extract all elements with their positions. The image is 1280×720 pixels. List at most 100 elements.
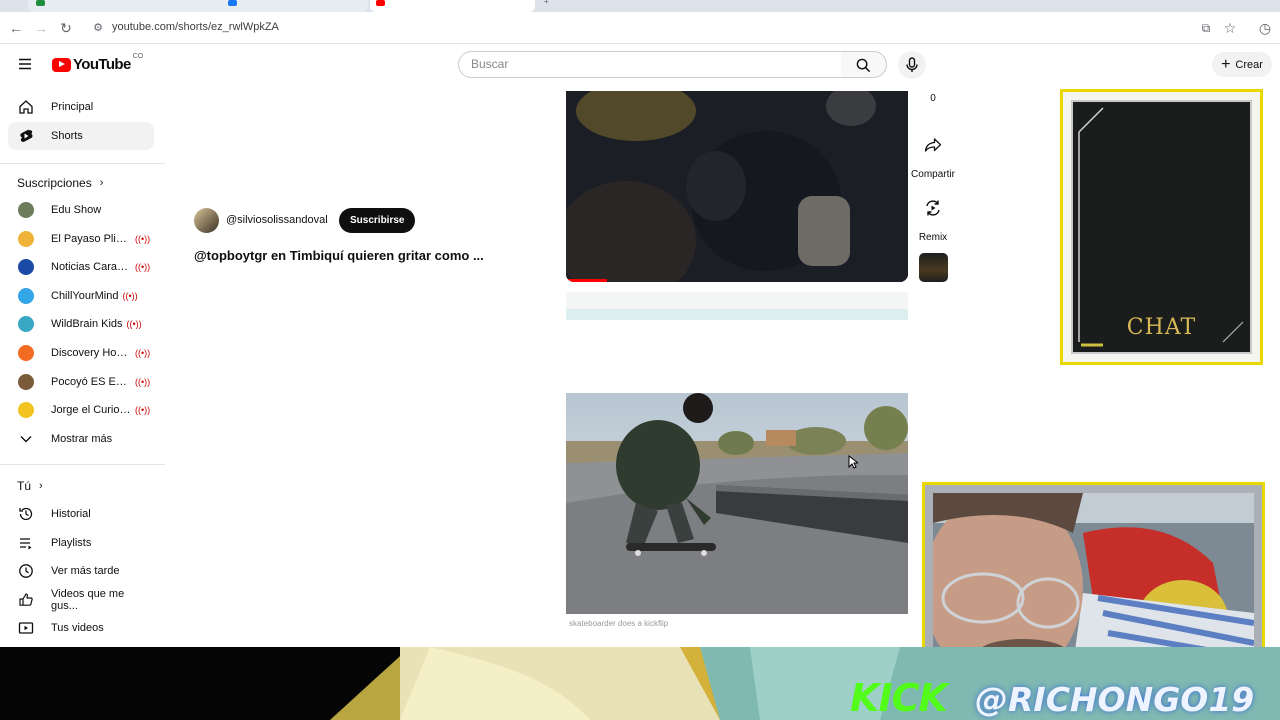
back-icon[interactable]: ← [8, 20, 24, 36]
loading-placeholder [566, 292, 908, 320]
subscription-label: Edu Show [51, 204, 102, 216]
share-button[interactable]: Compartir [911, 125, 955, 180]
channel-avatar-icon [18, 345, 34, 361]
plus-icon: + [1221, 55, 1231, 73]
subscription-label: Jorge el Curioso ... [51, 404, 131, 417]
history-clock-icon[interactable]: ◷ [1257, 20, 1273, 36]
sidebar-subscription-item[interactable]: Discovery Home ... ((•)) [8, 339, 154, 367]
channel-avatar-icon [18, 287, 34, 304]
browser-tab-active[interactable] [370, 0, 535, 12]
search-input[interactable]: Buscar [458, 51, 842, 78]
webcam-feed [933, 493, 1254, 664]
sound-thumbnail[interactable] [919, 253, 948, 282]
kick-logo-text: KICK [850, 676, 948, 720]
create-label: Crear [1235, 58, 1263, 71]
sidebar-item-label: Historial [51, 508, 91, 520]
channel-avatar-icon [18, 402, 34, 419]
chat-label: CHAT [1126, 315, 1197, 340]
subscription-label: Noticias Caracol [51, 261, 131, 274]
youtube-logo[interactable]: YouTube CO [52, 53, 143, 73]
reload-icon[interactable]: ↻ [58, 20, 74, 36]
your-videos-icon [18, 620, 34, 636]
sidebar-item-history[interactable]: Historial [8, 500, 154, 528]
create-button[interactable]: + Crear [1212, 52, 1272, 77]
forward-icon[interactable]: → [33, 20, 49, 36]
sidebar-subscription-item[interactable]: Noticias Caracol ((•)) [8, 253, 154, 281]
sidebar-item-your-videos[interactable]: Tus videos [8, 614, 154, 642]
sidebar-item-label: Tus videos [51, 622, 104, 635]
live-icon: ((•)) [135, 376, 151, 387]
sidebar-item-watch-later[interactable]: Ver más tarde [8, 557, 154, 585]
sidebar-item-label: Videos que me gus... [51, 587, 125, 612]
stream-chat-overlay: CHAT [1060, 89, 1263, 365]
subscriptions-heading[interactable]: Suscripciones › [17, 176, 103, 190]
facebook-icon [228, 0, 237, 6]
sidebar-item-liked[interactable]: Videos que me gus... [8, 586, 154, 614]
subscription-label: WildBrain Kids [51, 318, 123, 331]
sidebar-divider [0, 163, 165, 164]
playlists-icon [18, 535, 34, 551]
video-frame [566, 91, 908, 282]
comments-count: 0 [911, 93, 955, 104]
voice-search-button[interactable] [898, 51, 926, 79]
channel-avatar-icon [18, 373, 34, 390]
youtube-tab-icon [376, 0, 385, 6]
mouse-cursor-icon [848, 454, 860, 469]
share-icon [913, 125, 953, 165]
live-icon: ((•)) [122, 290, 138, 301]
browser-tab[interactable] [28, 0, 368, 12]
sidebar-item-playlists[interactable]: Playlists [8, 529, 154, 557]
new-tab-icon[interactable]: + [544, 0, 552, 6]
next-short-video[interactable] [566, 393, 908, 614]
sidebar-subscription-item[interactable]: Edu Show [8, 196, 154, 224]
short-video-player[interactable] [566, 91, 908, 282]
channel-avatar-icon [18, 259, 34, 276]
live-icon: ((•)) [135, 348, 151, 358]
short-title[interactable]: @topboytgr en Timbiquí quieren gritar co… [194, 248, 484, 263]
menu-icon[interactable] [17, 56, 33, 72]
live-icon: ((•)) [135, 405, 151, 416]
webcam-image [933, 493, 1254, 664]
sidebar-subscription-item[interactable]: El Payaso Plim P... ((•)) [8, 225, 154, 253]
microphone-icon [906, 57, 918, 72]
next-short-caption: skateboarder does a kickflip [569, 619, 669, 628]
home-icon [18, 99, 34, 115]
subscription-label: Discovery Home ... [51, 347, 131, 359]
url-text[interactable]: youtube.com/shorts/ez_rwlWpkZA [112, 21, 279, 33]
install-app-icon[interactable]: ⧉ [1198, 20, 1214, 36]
subscribe-button[interactable]: Suscribirse [339, 208, 416, 233]
channel-name[interactable]: @silviosolissandoval [226, 214, 328, 226]
channel-avatar[interactable] [194, 208, 219, 233]
you-title: Tú [17, 479, 32, 493]
sidebar-item-label: Ver más tarde [51, 565, 120, 578]
watch-later-icon [18, 563, 34, 579]
show-more-label: Mostrar más [51, 433, 113, 445]
chevron-right-icon: › [99, 177, 104, 189]
sidebar-subscription-item[interactable]: Jorge el Curioso ... ((•)) [8, 396, 154, 424]
subscriptions-title: Suscripciones [17, 176, 92, 190]
video-progress-bar[interactable] [566, 279, 608, 282]
comments-count-value: 0 [930, 93, 936, 104]
search-button[interactable] [841, 51, 887, 78]
sidebar-subscription-item[interactable]: Pocoyó ES Españ... ((•)) [8, 368, 154, 396]
sidebar-subscription-item[interactable]: ChillYourMind ((•)) [8, 282, 154, 310]
you-heading[interactable]: Tú › [17, 479, 43, 493]
sidebar-subscription-item[interactable]: WildBrain Kids ((•)) [8, 310, 154, 338]
remix-label: Remix [918, 232, 948, 243]
sheets-icon [36, 0, 45, 6]
live-icon: ((•)) [126, 319, 142, 330]
live-icon: ((•)) [135, 233, 151, 244]
bookmark-star-icon[interactable]: ☆ [1222, 20, 1238, 36]
channel-avatar-icon [18, 316, 34, 333]
site-info-icon[interactable]: ⚙ [90, 20, 106, 36]
sidebar-item-home[interactable]: Principal [8, 93, 154, 121]
channel-avatar-icon [18, 230, 34, 247]
sidebar-divider [0, 464, 165, 465]
liked-icon [18, 592, 34, 608]
streamer-handle: @RICHONGO19 [975, 680, 1255, 719]
show-more-button[interactable]: Mostrar más [8, 425, 154, 453]
youtube-play-icon [52, 57, 71, 72]
remix-button[interactable]: Remix [911, 188, 955, 243]
channel-avatar-icon [18, 202, 34, 218]
sidebar-item-shorts[interactable]: Shorts [8, 122, 154, 150]
